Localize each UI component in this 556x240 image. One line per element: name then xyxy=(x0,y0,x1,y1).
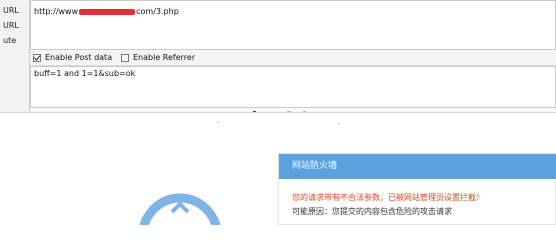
divider-artifact xyxy=(287,111,291,112)
url-textarea[interactable]: http://www com/3.php xyxy=(30,0,556,50)
post-data-textarea[interactable]: buff=1 and 1=1&sub=ok xyxy=(30,66,556,108)
divider-artifact xyxy=(217,122,219,123)
post-data-value: buff=1 and 1=1&sub=ok xyxy=(34,69,136,78)
options-bar: Enable Post data Enable Referrer xyxy=(30,51,556,66)
divider-artifact xyxy=(253,111,256,112)
load-url-label[interactable]: URL xyxy=(3,6,19,15)
split-url-label[interactable]: URL xyxy=(3,21,19,30)
firewall-block-card: 网站防火墙 您的请求带有不合法参数，已被网站管理员设置拦截！ 可能原因：您提交的… xyxy=(278,153,556,225)
action-sidebar: URL URL ute xyxy=(0,0,30,112)
enable-post-data-option[interactable]: Enable Post data xyxy=(33,53,112,62)
url-prefix: http://www xyxy=(34,7,79,16)
divider-artifact xyxy=(303,111,306,112)
redaction-mark xyxy=(79,8,136,15)
enable-referrer-label: Enable Referrer xyxy=(133,53,196,62)
url-value: http://www com/3.php xyxy=(34,7,179,16)
firewall-title: 网站防火墙 xyxy=(279,154,556,179)
enable-post-data-checkbox[interactable] xyxy=(33,53,41,62)
divider-artifact xyxy=(338,123,340,124)
shield-icon xyxy=(140,193,220,225)
enable-referrer-option[interactable]: Enable Referrer xyxy=(121,53,195,62)
firewall-reason: 可能原因：您提交的内容包含危险的攻击请求 xyxy=(292,207,452,216)
enable-referrer-checkbox[interactable] xyxy=(121,53,129,62)
hackbar-panel: URL URL ute http://www com/3.php Enable P… xyxy=(0,0,556,113)
execute-label[interactable]: ute xyxy=(3,36,16,45)
url-suffix: com/3.php xyxy=(136,7,179,16)
firewall-block-message: 您的请求带有不合法参数，已被网站管理员设置拦截！ xyxy=(292,193,484,202)
enable-post-data-label: Enable Post data xyxy=(45,53,113,62)
